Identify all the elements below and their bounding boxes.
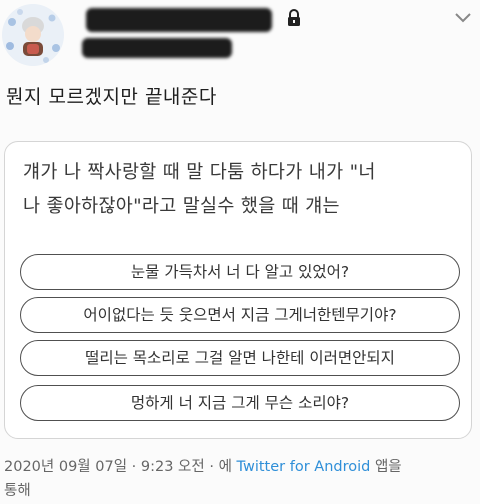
tweet-time: 9:23 오전 bbox=[140, 459, 205, 475]
poll-option-4[interactable]: 멍하게 너 지금 그게 무슨 소리야? bbox=[20, 385, 460, 421]
poll-question: 걔가 나 짝사랑할 때 말 다툼 하다가 내가 "너 나 좋아하잖아"라고 말실… bbox=[23, 156, 463, 224]
tweet-text: 뭔지 모르겠지만 끝내준다 bbox=[6, 86, 217, 108]
avatar-image bbox=[2, 4, 64, 66]
metadata-line-1: 2020년 09월 07일 · 9:23 오전 · 에 Twitter for … bbox=[4, 455, 474, 479]
poll-card: 걔가 나 짝사랑할 때 말 다툼 하다가 내가 "너 나 좋아하잖아"라고 말실… bbox=[4, 141, 472, 439]
poll-option-1[interactable]: 눈물 가득차서 너 다 알고 있었어? bbox=[20, 254, 460, 290]
via-suffix: 앱을 bbox=[374, 459, 402, 475]
metadata-line-2: 통해 bbox=[4, 483, 31, 499]
separator-dot: · bbox=[209, 459, 214, 475]
redacted-username bbox=[82, 38, 232, 58]
client-app-link[interactable]: Twitter for Android bbox=[237, 459, 371, 475]
poll-question-line-1: 걔가 나 짝사랑할 때 말 다툼 하다가 내가 "너 bbox=[23, 162, 376, 183]
poll-question-line-2: 나 좋아하잖아"라고 말실수 했을 때 걔는 bbox=[23, 196, 340, 217]
tweet-metadata: 2020년 09월 07일 · 9:23 오전 · 에 Twitter for … bbox=[4, 455, 474, 503]
poll-option-3[interactable]: 떨리는 목소리로 그걸 알면 나한테 이러면안되지 bbox=[20, 340, 460, 376]
tweet-date: 2020년 09월 07일 bbox=[4, 459, 128, 475]
redacted-display-name bbox=[86, 8, 272, 32]
chevron-down-icon[interactable] bbox=[454, 12, 472, 24]
avatar[interactable] bbox=[2, 4, 64, 66]
lock-icon bbox=[288, 9, 300, 26]
separator-dot: · bbox=[131, 459, 137, 475]
via-prefix: 에 bbox=[218, 459, 232, 475]
poll-option-2[interactable]: 어이없다는 듯 웃으면서 지금 그게너한텐무기야? bbox=[20, 297, 460, 333]
